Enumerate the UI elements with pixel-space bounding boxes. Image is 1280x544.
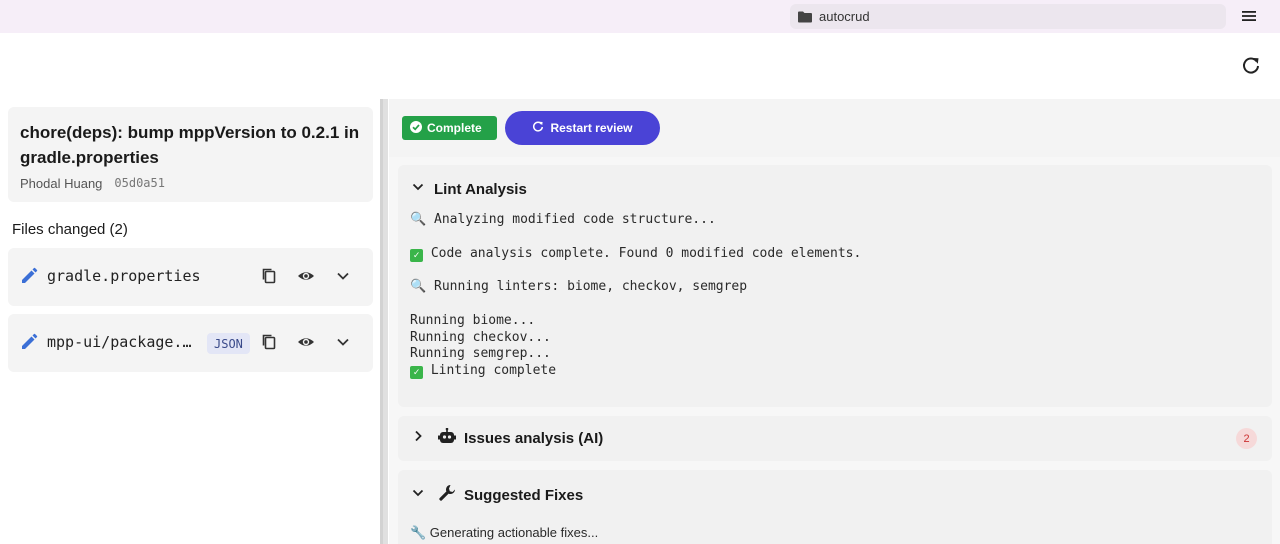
commit-meta: Phodal Huang 05d0a51 bbox=[20, 176, 361, 191]
repo-selector[interactable]: autocrud bbox=[790, 4, 1226, 29]
commit-author: Phodal Huang bbox=[20, 176, 103, 191]
copy-icon[interactable] bbox=[260, 267, 280, 287]
file-item[interactable]: gradle.properties bbox=[8, 248, 373, 306]
issue-count-badge: 2 bbox=[1236, 428, 1257, 449]
check-circle-icon bbox=[410, 120, 422, 136]
lint-analysis-section: Lint Analysis 🔍 Analyzing modified code … bbox=[398, 165, 1272, 407]
files-changed-header: Files changed (2) bbox=[12, 221, 128, 238]
issues-analysis-header[interactable]: Issues analysis (AI) bbox=[410, 427, 604, 449]
log-line: Running checkov... bbox=[410, 330, 551, 345]
copy-icon[interactable] bbox=[260, 333, 280, 353]
check-emoji-icon: ✓ bbox=[410, 249, 423, 262]
eye-icon[interactable] bbox=[297, 333, 317, 353]
file-type-badge: JSON bbox=[207, 333, 250, 354]
section-title: Lint Analysis bbox=[434, 181, 527, 198]
log-line: ✓ Code analysis complete. Found 0 modifi… bbox=[410, 245, 861, 262]
wrench-icon bbox=[438, 484, 456, 507]
chevron-down-icon bbox=[410, 485, 426, 506]
log-line: 🔍 Analyzing modified code structure... bbox=[410, 212, 716, 227]
check-emoji-icon: ✓ bbox=[410, 366, 423, 379]
folder-icon bbox=[798, 10, 818, 24]
pencil-icon bbox=[20, 333, 40, 353]
robot-icon bbox=[438, 427, 456, 449]
top-bar: autocrud bbox=[0, 0, 1280, 33]
eye-icon[interactable] bbox=[297, 267, 317, 287]
suggested-fixes-section: Suggested Fixes 🔧 Generating actionable … bbox=[398, 470, 1272, 544]
chevron-down-icon bbox=[410, 179, 426, 200]
panel-resize-handle[interactable] bbox=[380, 99, 388, 544]
section-title: Issues analysis (AI) bbox=[464, 430, 604, 447]
commit-card: chore(deps): bump mppVersion to 0.2.1 in… bbox=[8, 107, 373, 202]
restart-review-button[interactable]: Restart review bbox=[505, 111, 660, 145]
log-line: 🔍 Running linters: biome, checkov, semgr… bbox=[410, 279, 748, 294]
file-name: gradle.properties bbox=[47, 267, 201, 285]
issues-analysis-section: Issues analysis (AI) 2 bbox=[398, 416, 1272, 461]
log-line: Running biome... bbox=[410, 313, 536, 328]
refresh-icon bbox=[532, 121, 544, 136]
chevron-down-icon[interactable] bbox=[334, 333, 354, 353]
restart-review-label: Restart review bbox=[550, 121, 633, 135]
file-item[interactable]: mpp-ui/package.… JSON bbox=[8, 314, 373, 372]
chevron-down-icon[interactable] bbox=[334, 267, 354, 287]
log-line: 🔧 Generating actionable fixes... bbox=[410, 525, 599, 540]
status-badge: Complete bbox=[402, 116, 497, 140]
suggested-fixes-header[interactable]: Suggested Fixes bbox=[410, 484, 583, 507]
lint-analysis-header[interactable]: Lint Analysis bbox=[410, 179, 527, 200]
chevron-right-icon bbox=[410, 428, 426, 449]
pencil-icon bbox=[20, 267, 40, 287]
refresh-icon[interactable] bbox=[1239, 54, 1263, 78]
file-name: mpp-ui/package.… bbox=[47, 333, 192, 351]
section-title: Suggested Fixes bbox=[464, 487, 584, 504]
commit-title: chore(deps): bump mppVersion to 0.2.1 in… bbox=[20, 123, 360, 167]
hamburger-menu-icon[interactable] bbox=[1240, 8, 1258, 24]
log-line: Running semgrep... bbox=[410, 346, 551, 361]
repo-name: autocrud bbox=[819, 9, 870, 24]
log-line: ✓ Linting complete bbox=[410, 362, 556, 379]
status-label: Complete bbox=[427, 121, 482, 135]
commit-hash: 05d0a51 bbox=[114, 176, 165, 190]
